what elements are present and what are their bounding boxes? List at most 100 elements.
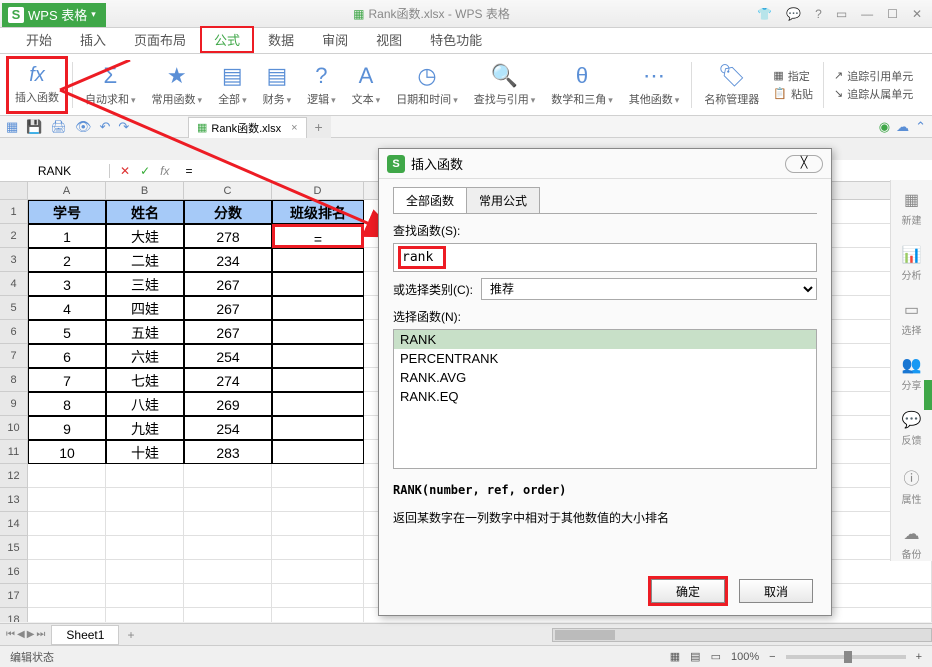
cell-rank[interactable]: [272, 368, 364, 392]
menu-layout[interactable]: 页面布局: [120, 26, 200, 53]
row-header[interactable]: 10: [0, 416, 28, 440]
dialog-titlebar[interactable]: S 插入函数 ╳: [379, 149, 831, 179]
view-normal-icon[interactable]: ▦: [670, 650, 680, 663]
col-header-a[interactable]: A: [28, 182, 106, 199]
zoom-slider[interactable]: [786, 655, 906, 659]
trace-ref-button[interactable]: ↗追踪引用单元: [834, 68, 913, 84]
category-select[interactable]: 推荐: [481, 278, 817, 300]
define-button[interactable]: ▦指定: [773, 68, 813, 84]
math-button[interactable]: θ数学和三角▾: [543, 56, 621, 114]
list-item-percentrank[interactable]: PERCENTRANK: [394, 349, 816, 368]
cell[interactable]: [106, 536, 184, 560]
sheet-add-button[interactable]: +: [119, 628, 142, 642]
cell-score[interactable]: 274: [184, 368, 272, 392]
function-list[interactable]: RANK PERCENTRANK RANK.AVG RANK.EQ: [393, 329, 817, 469]
row-header[interactable]: 1: [0, 200, 28, 224]
cell[interactable]: [272, 488, 364, 512]
row-header[interactable]: 7: [0, 344, 28, 368]
common-fn-button[interactable]: ★常用函数▾: [144, 56, 211, 114]
cell-name[interactable]: 十娃: [106, 440, 184, 464]
qa-new-icon[interactable]: ▦: [6, 119, 18, 135]
sheet-last-icon[interactable]: ⏭: [36, 629, 45, 640]
paste-name-button[interactable]: 📋粘贴: [773, 86, 813, 102]
col-header-d[interactable]: D: [272, 182, 364, 199]
cell-id[interactable]: 7: [28, 368, 106, 392]
formula-cancel-icon[interactable]: ✕: [120, 164, 130, 178]
cell-id[interactable]: 2: [28, 248, 106, 272]
header-cell[interactable]: 分数: [184, 200, 272, 224]
zoom-in-icon[interactable]: +: [916, 651, 922, 663]
view-page-icon[interactable]: ▤: [690, 650, 700, 663]
cell-rank[interactable]: [272, 248, 364, 272]
cell-score[interactable]: 267: [184, 296, 272, 320]
cell-score[interactable]: 278: [184, 224, 272, 248]
row-header[interactable]: 15: [0, 536, 28, 560]
cell[interactable]: [184, 560, 272, 584]
cell-score[interactable]: 254: [184, 416, 272, 440]
cell[interactable]: [272, 536, 364, 560]
list-item-rankeq[interactable]: RANK.EQ: [394, 387, 816, 406]
qa-min-icon[interactable]: ⌃: [915, 119, 926, 135]
sidebar-new[interactable]: ▦新建: [902, 190, 922, 227]
datetime-button[interactable]: ◷日期和时间▾: [388, 56, 466, 114]
cell-id[interactable]: 1: [28, 224, 106, 248]
cell[interactable]: [28, 464, 106, 488]
cell[interactable]: [106, 608, 184, 622]
doc-tab-active[interactable]: ▦ Rank函数.xlsx ×: [188, 117, 307, 138]
row-header[interactable]: 4: [0, 272, 28, 296]
cell-rank[interactable]: [272, 296, 364, 320]
formula-fx-icon[interactable]: fx: [160, 164, 169, 178]
formula-confirm-icon[interactable]: ✓: [140, 164, 150, 178]
doc-tab-close-icon[interactable]: ×: [291, 122, 297, 134]
horizontal-scrollbar[interactable]: [552, 628, 932, 642]
cell-id[interactable]: 10: [28, 440, 106, 464]
list-item-rank[interactable]: RANK: [394, 330, 816, 349]
lookup-button[interactable]: 🔍查找与引用▾: [466, 56, 544, 114]
row-header[interactable]: 5: [0, 296, 28, 320]
cell[interactable]: [28, 560, 106, 584]
dialog-tab-common[interactable]: 常用公式: [466, 187, 540, 213]
cell-id[interactable]: 6: [28, 344, 106, 368]
icon-shirt[interactable]: 👕: [757, 7, 772, 21]
cell-name[interactable]: 四娃: [106, 296, 184, 320]
active-cell[interactable]: =: [272, 224, 364, 248]
cell-id[interactable]: 5: [28, 320, 106, 344]
cell-score[interactable]: 269: [184, 392, 272, 416]
menu-insert[interactable]: 插入: [66, 26, 120, 53]
cell[interactable]: [272, 512, 364, 536]
sheet-next-icon[interactable]: ▶: [27, 629, 35, 640]
qa-print-icon[interactable]: 🖨: [50, 119, 67, 135]
header-cell[interactable]: 学号: [28, 200, 106, 224]
row-header[interactable]: 16: [0, 560, 28, 584]
cell-name[interactable]: 九娃: [106, 416, 184, 440]
header-cell[interactable]: 姓名: [106, 200, 184, 224]
cell[interactable]: [272, 608, 364, 622]
cell[interactable]: [184, 488, 272, 512]
cell-rank[interactable]: [272, 392, 364, 416]
cell-rank[interactable]: [272, 320, 364, 344]
cell-score[interactable]: 254: [184, 344, 272, 368]
col-header-b[interactable]: B: [106, 182, 184, 199]
cell-name[interactable]: 二娃: [106, 248, 184, 272]
sidebar-feedback[interactable]: 💬反馈: [902, 410, 922, 447]
all-fn-button[interactable]: ▤全部▾: [210, 56, 255, 114]
search-input[interactable]: [402, 250, 442, 265]
menu-data[interactable]: 数据: [254, 26, 308, 53]
cell-rank[interactable]: [272, 272, 364, 296]
qa-preview-icon[interactable]: 👁: [75, 119, 92, 135]
logic-button[interactable]: ?逻辑▾: [299, 56, 344, 114]
cell-name[interactable]: 大娃: [106, 224, 184, 248]
row-header[interactable]: 9: [0, 392, 28, 416]
cell-id[interactable]: 9: [28, 416, 106, 440]
close-icon[interactable]: ✕: [912, 7, 922, 21]
cell[interactable]: [28, 536, 106, 560]
menu-special[interactable]: 特色功能: [416, 26, 496, 53]
cell-name[interactable]: 五娃: [106, 320, 184, 344]
sidebar-share[interactable]: 👥分享: [902, 355, 922, 392]
cell[interactable]: [272, 464, 364, 488]
row-header[interactable]: 2: [0, 224, 28, 248]
qa-redo-icon[interactable]: ↷: [118, 119, 129, 135]
menu-formula[interactable]: 公式: [200, 26, 254, 53]
cell[interactable]: [106, 512, 184, 536]
row-header[interactable]: 6: [0, 320, 28, 344]
